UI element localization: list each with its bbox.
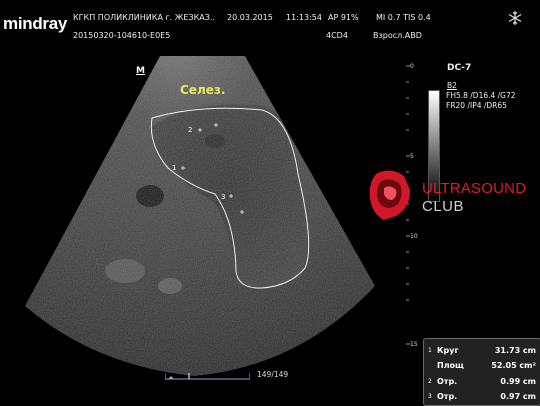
measurement-name: Площ (437, 361, 464, 370)
measurement-row: 1 Круг 31.73 cm (428, 344, 538, 359)
measurement-index: 2 (428, 378, 432, 385)
cine-progress-bar[interactable] (165, 372, 250, 380)
params-line-2: FR20 /IP4 /DR65 (446, 101, 507, 110)
orientation-mark: M (136, 66, 145, 76)
measurement-value: 31.73 cm (494, 346, 536, 355)
mi-tis-readout: MI 0.7 TIS 0.4 (376, 13, 431, 22)
measurement-index: 3 (428, 393, 432, 400)
ultrasound-club-logo-icon (369, 170, 410, 220)
watermark-line-2: CLUB (422, 198, 465, 215)
depth-tick-15: 15 (410, 341, 418, 348)
measurement-name: Отр. (437, 377, 458, 386)
exam-date: 20.03.2015 (227, 13, 273, 22)
measurement-row: 3 Отр. 0.97 cm (428, 390, 538, 405)
measurement-row: Площ 52.05 cm² (428, 359, 538, 374)
exam-time: 11:13:54 (286, 13, 322, 22)
caliper-label-2: 2 (188, 126, 193, 134)
b-mode-label: B2 (447, 81, 457, 90)
measurement-name: Отр. (437, 392, 458, 401)
mode-label: DC-7 (447, 63, 472, 73)
measurement-value: 0.99 cm (500, 377, 536, 386)
exam-id: 20150320-104610-E0E5 (73, 31, 171, 40)
measurement-name: Круг (437, 346, 459, 355)
measurement-index: 1 (428, 347, 432, 354)
measurement-value: 52.05 cm² (491, 361, 536, 370)
hospital-name: КГКП ПОЛИКЛИНИКА г. ЖЕЗКАЗ.. (73, 13, 215, 22)
ultrasound-image[interactable] (0, 46, 420, 405)
cine-frame-counter: 149/149 (257, 370, 289, 379)
measurement-panel: 1 Круг 31.73 cm Площ 52.05 cm² 2 Отр. 0.… (423, 338, 540, 406)
measurement-value: 0.97 cm (500, 392, 536, 401)
exam-preset: Взросл.ABD (373, 31, 422, 40)
acoustic-power: AP 91% (328, 13, 359, 22)
watermark-line-1: ULTRASOUND (422, 180, 527, 197)
probe-name: 4CD4 (326, 31, 348, 40)
measurement-row: 2 Отр. 0.99 cm (428, 375, 538, 390)
scan-sector (25, 56, 375, 376)
depth-tick-0: 0 (410, 63, 414, 70)
brand-logo: mindray (3, 14, 68, 33)
organ-label: Селез. (180, 83, 226, 97)
depth-tick-10: 10 (410, 233, 418, 240)
depth-tick-5: 5 (410, 153, 414, 160)
params-line-1: FH5.8 /D16.4 /G72 (446, 91, 516, 100)
caliper-label-3: 3 (221, 193, 226, 201)
freeze-snowflake-icon[interactable] (507, 10, 523, 26)
caliper-label-1: 1 (172, 164, 177, 172)
